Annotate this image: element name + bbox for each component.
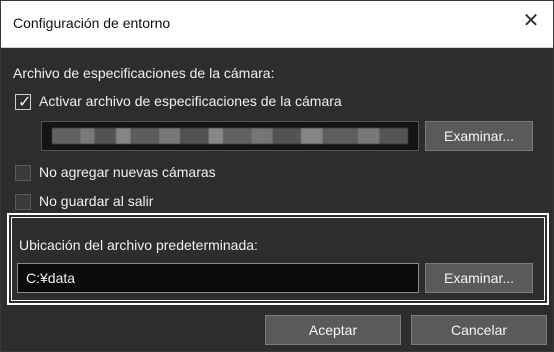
cancel-button[interactable]: Cancelar (411, 315, 547, 345)
default-location-field[interactable] (17, 263, 419, 293)
default-location-browse-button[interactable]: Examinar... (425, 263, 533, 293)
accept-button[interactable]: Aceptar (265, 315, 401, 345)
no-add-cameras-label: No agregar nuevas cámaras (39, 164, 216, 180)
no-add-cameras-checkbox[interactable] (15, 165, 31, 181)
default-location-heading: Ubicación del archivo predeterminada: (19, 237, 258, 253)
environment-settings-dialog: Configuración de entorno ✕ Archivo de es… (0, 0, 554, 352)
pixelated-path (52, 128, 408, 144)
close-icon[interactable]: ✕ (521, 11, 541, 31)
title-bar: Configuración de entorno ✕ (1, 1, 553, 48)
no-save-on-exit-label: No guardar al salir (39, 193, 154, 209)
default-location-input[interactable] (18, 264, 418, 292)
spec-section-heading: Archivo de especificaciones de la cámara… (13, 65, 275, 81)
spec-browse-button[interactable]: Examinar... (425, 121, 533, 151)
checkmark-icon: ✓ (18, 94, 32, 111)
enable-spec-label: Activar archivo de especificaciones de l… (39, 93, 342, 109)
dialog-title: Configuración de entorno (13, 15, 171, 31)
enable-spec-checkbox[interactable]: ✓ (15, 94, 32, 111)
no-save-on-exit-checkbox[interactable] (15, 194, 31, 210)
spec-path-field[interactable] (41, 121, 419, 151)
